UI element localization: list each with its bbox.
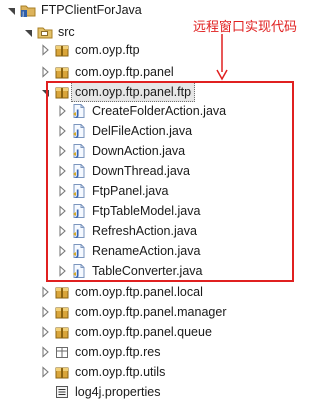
collapsed-arrow-icon[interactable] xyxy=(40,362,52,382)
resource-package-icon xyxy=(54,344,70,360)
tree-item-com-oyp-ftp-panel-queue[interactable]: com.oyp.ftp.panel.queue xyxy=(0,322,330,342)
tree-item-com-oyp-ftp-panel[interactable]: com.oyp.ftp.panel xyxy=(0,62,330,82)
highlight-box xyxy=(46,81,294,282)
svg-text:J: J xyxy=(21,11,24,18)
collapsed-arrow-icon[interactable] xyxy=(40,302,52,322)
tree-item-com-oyp-ftp-panel-local[interactable]: com.oyp.ftp.panel.local xyxy=(0,282,330,302)
collapsed-arrow-icon[interactable] xyxy=(40,342,52,362)
tree-item-label: com.oyp.ftp.panel.local xyxy=(75,285,203,299)
java-project-icon: J xyxy=(20,2,36,18)
tree-item-label: com.oyp.ftp.panel.manager xyxy=(75,305,227,319)
annotation-arrow xyxy=(216,34,228,81)
expanded-arrow-icon[interactable] xyxy=(23,22,35,42)
package-icon xyxy=(54,324,70,340)
package-icon xyxy=(54,284,70,300)
tree-item-log4j-properties[interactable]: log4j.properties xyxy=(0,382,330,402)
collapsed-arrow-icon[interactable] xyxy=(40,322,52,342)
tree-item-com-oyp-ftp[interactable]: com.oyp.ftp xyxy=(0,40,330,60)
package-icon xyxy=(54,64,70,80)
tree-item-com-oyp-ftp-utils[interactable]: com.oyp.ftp.utils xyxy=(0,362,330,382)
annotation-label: 远程窗口实现代码 xyxy=(193,20,298,35)
tree-item-label: src xyxy=(58,25,75,39)
tree-item-label: log4j.properties xyxy=(75,385,161,399)
tree-item-com-oyp-ftp-panel-manager[interactable]: com.oyp.ftp.panel.manager xyxy=(0,302,330,322)
package-icon xyxy=(54,42,70,58)
source-folder-icon xyxy=(37,24,53,40)
properties-file-icon xyxy=(54,384,70,400)
collapsed-arrow-icon[interactable] xyxy=(40,62,52,82)
collapsed-arrow-icon[interactable] xyxy=(40,40,52,60)
tree-item-label: FTPClientForJava xyxy=(41,3,142,17)
tree-item-label: com.oyp.ftp.utils xyxy=(75,365,166,379)
tree-item-label: com.oyp.ftp.res xyxy=(75,345,161,359)
tree-item-label: com.oyp.ftp.panel xyxy=(75,65,174,79)
expanded-arrow-icon[interactable] xyxy=(6,0,18,20)
tree-item-label: com.oyp.ftp xyxy=(75,43,140,57)
tree-item-label: com.oyp.ftp.panel.queue xyxy=(75,325,212,339)
package-icon xyxy=(54,304,70,320)
tree-item-com-oyp-ftp-res[interactable]: com.oyp.ftp.res xyxy=(0,342,330,362)
collapsed-arrow-icon[interactable] xyxy=(40,282,52,302)
package-icon xyxy=(54,364,70,380)
